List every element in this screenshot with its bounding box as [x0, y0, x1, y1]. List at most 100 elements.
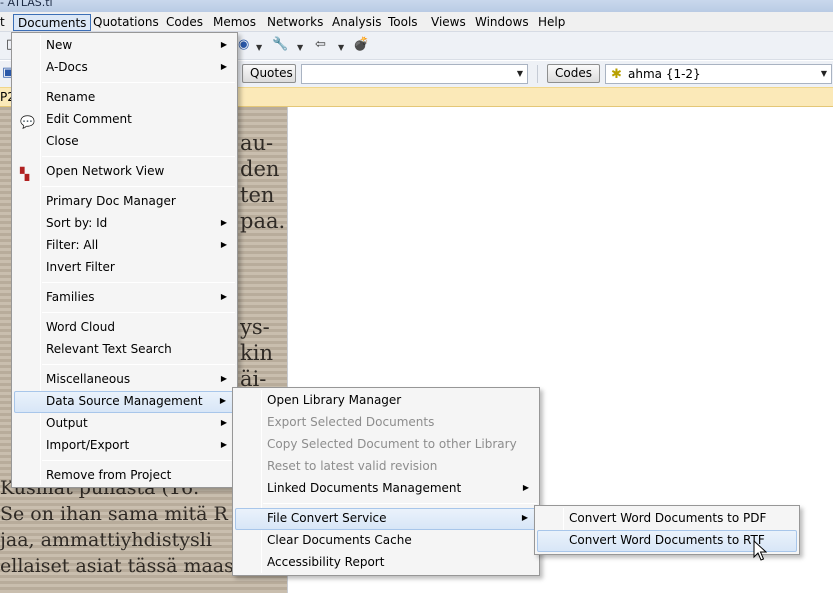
doc-text-line: Se on ihan sama mitä R [0, 503, 228, 525]
quotes-combo[interactable]: ▼ [301, 64, 528, 84]
menu-item-accessibility-report[interactable]: Accessibility Report [235, 552, 537, 574]
menu-separator [42, 364, 235, 365]
menu-quotations[interactable]: Quotations [89, 14, 163, 31]
comment-icon: 💬 [20, 115, 35, 129]
wrench-icon[interactable]: 🔧 [272, 38, 288, 52]
menu-item-label: Word Cloud [46, 320, 115, 334]
menu-item-primary-doc-manager[interactable]: Primary Doc Manager [14, 191, 235, 213]
menu-item-label: Primary Doc Manager [46, 194, 176, 208]
menu-item-close[interactable]: Close [14, 131, 235, 153]
xml-dropdown-chevron-icon[interactable]: ▼ [256, 41, 262, 55]
menu-analysis[interactable]: Analysis [328, 14, 385, 31]
menu-tools-cut[interactable]: t [0, 14, 9, 31]
menu-item-copy-selected-document[interactable]: Copy Selected Document to other Library [235, 434, 537, 456]
menu-item-label: Export Selected Documents [267, 415, 435, 429]
mouse-cursor-icon [753, 540, 767, 561]
back-arrow-icon[interactable]: ⇦ [315, 38, 326, 52]
menu-separator [42, 156, 235, 157]
menu-item-import-export[interactable]: Import/Export ▶ [14, 435, 235, 457]
menu-item-label: File Convert Service [267, 511, 387, 525]
menu-item-filter[interactable]: Filter: All ▶ [14, 235, 235, 257]
menu-separator [42, 312, 235, 313]
doc-text-line: au- [240, 131, 274, 155]
menu-item-label: Linked Documents Management [267, 481, 462, 495]
menu-item-label: Close [46, 134, 79, 148]
code-icon: ✱ [611, 67, 622, 82]
menu-memos[interactable]: Memos [209, 14, 260, 31]
menu-item-output[interactable]: Output ▶ [14, 413, 235, 435]
menu-item-label: Convert Word Documents to RTF [569, 533, 765, 547]
menu-item-label: Remove from Project [46, 468, 172, 482]
codes-combo-value: ahma {1-2} [628, 67, 701, 81]
menu-windows[interactable]: Windows [471, 14, 533, 31]
bomb-icon[interactable]: 💣 [353, 38, 369, 52]
menu-item-label: A-Docs [46, 60, 88, 74]
menu-item-label: Convert Word Documents to PDF [569, 511, 767, 525]
menu-item-label: Open Library Manager [267, 393, 402, 407]
menu-item-label: Sort by: Id [46, 216, 108, 230]
codes-combo[interactable]: ✱ ahma {1-2} ▼ [605, 64, 832, 84]
submenu-arrow-icon: ▶ [220, 62, 227, 71]
menu-item-convert-to-pdf[interactable]: Convert Word Documents to PDF [537, 508, 797, 530]
menu-item-a-docs[interactable]: A-Docs ▶ [14, 57, 235, 79]
data-source-management-submenu: Open Library Manager Export Selected Doc… [232, 387, 540, 576]
submenu-arrow-icon: ▶ [220, 440, 227, 449]
menu-separator [42, 82, 235, 83]
menu-item-label: Clear Documents Cache [267, 533, 412, 547]
menu-item-miscellaneous[interactable]: Miscellaneous ▶ [14, 369, 235, 391]
menu-item-new[interactable]: New ▶ [14, 35, 235, 57]
menu-item-relevant-text-search[interactable]: Relevant Text Search [14, 339, 235, 361]
menu-item-clear-documents-cache[interactable]: Clear Documents Cache [235, 530, 537, 552]
doc-text-line: kin [240, 341, 273, 365]
menu-item-reset-latest-revision[interactable]: Reset to latest valid revision [235, 456, 537, 478]
xml-export-icon[interactable]: ◉ [238, 38, 249, 52]
menu-separator [263, 503, 537, 504]
menu-item-export-selected-documents[interactable]: Export Selected Documents [235, 412, 537, 434]
menu-item-invert-filter[interactable]: Invert Filter [14, 257, 235, 279]
documents-menu: New ▶ A-Docs ▶ Rename 💬 Edit Comment Close … [11, 32, 238, 488]
menu-item-word-cloud[interactable]: Word Cloud [14, 317, 235, 339]
submenu-arrow-icon: ▶ [220, 218, 227, 227]
menu-views[interactable]: Views [427, 14, 470, 31]
menu-item-label: Edit Comment [46, 112, 132, 126]
toolbar-separator [537, 65, 538, 83]
menu-item-label: New [46, 38, 73, 52]
menu-documents[interactable]: Documents [13, 14, 92, 31]
menu-networks[interactable]: Networks [263, 14, 327, 31]
menu-item-file-convert-service[interactable]: File Convert Service ▶ [235, 508, 537, 530]
doc-text-line: paa. [240, 209, 286, 233]
menu-separator [42, 186, 235, 187]
submenu-arrow-icon: ▶ [220, 40, 227, 49]
menu-item-linked-documents-management[interactable]: Linked Documents Management ▶ [235, 478, 537, 500]
menu-item-label: Invert Filter [46, 260, 115, 274]
menu-item-open-library-manager[interactable]: Open Library Manager [235, 390, 537, 412]
submenu-arrow-icon: ▶ [521, 513, 528, 522]
menu-item-remove-from-project[interactable]: Remove from Project [14, 465, 235, 487]
submenu-arrow-icon: ▶ [220, 418, 227, 427]
menu-help[interactable]: Help [534, 14, 569, 31]
menu-item-rename[interactable]: Rename [14, 87, 235, 109]
menu-item-label: Rename [46, 90, 96, 104]
doc-text-line: den [240, 157, 280, 181]
menu-item-label: Relevant Text Search [46, 342, 172, 356]
menu-codes[interactable]: Codes [162, 14, 207, 31]
menu-item-families[interactable]: Families ▶ [14, 287, 235, 309]
back-dropdown-chevron-icon[interactable]: ▼ [338, 41, 344, 55]
wrench-dropdown-chevron-icon[interactable]: ▼ [297, 41, 303, 55]
menu-item-label: Accessibility Report [267, 555, 385, 569]
menu-item-sort-by[interactable]: Sort by: Id ▶ [14, 213, 235, 235]
doc-text-line: ellaiset asiat tässä maassa [0, 555, 255, 577]
codes-combo-chevron-down-icon: ▼ [820, 69, 827, 78]
menu-item-label: Output [46, 416, 88, 430]
title-bar: - ATLAS.ti [0, 0, 833, 12]
codes-button[interactable]: Codes [547, 64, 600, 83]
menu-item-data-source-management[interactable]: Data Source Management ▶ [14, 391, 235, 413]
quotes-combo-chevron-down-icon: ▼ [516, 69, 523, 78]
menu-tools[interactable]: Tools [384, 14, 422, 31]
submenu-arrow-icon: ▶ [220, 292, 227, 301]
menu-item-edit-comment[interactable]: 💬 Edit Comment [14, 109, 235, 131]
quotes-button[interactable]: Quotes [242, 64, 296, 83]
doc-text-line: jaa, ammattiyhdistysli [0, 529, 212, 551]
submenu-arrow-icon: ▶ [220, 240, 227, 249]
menu-item-open-network-view[interactable]: ▚ Open Network View [14, 161, 235, 183]
